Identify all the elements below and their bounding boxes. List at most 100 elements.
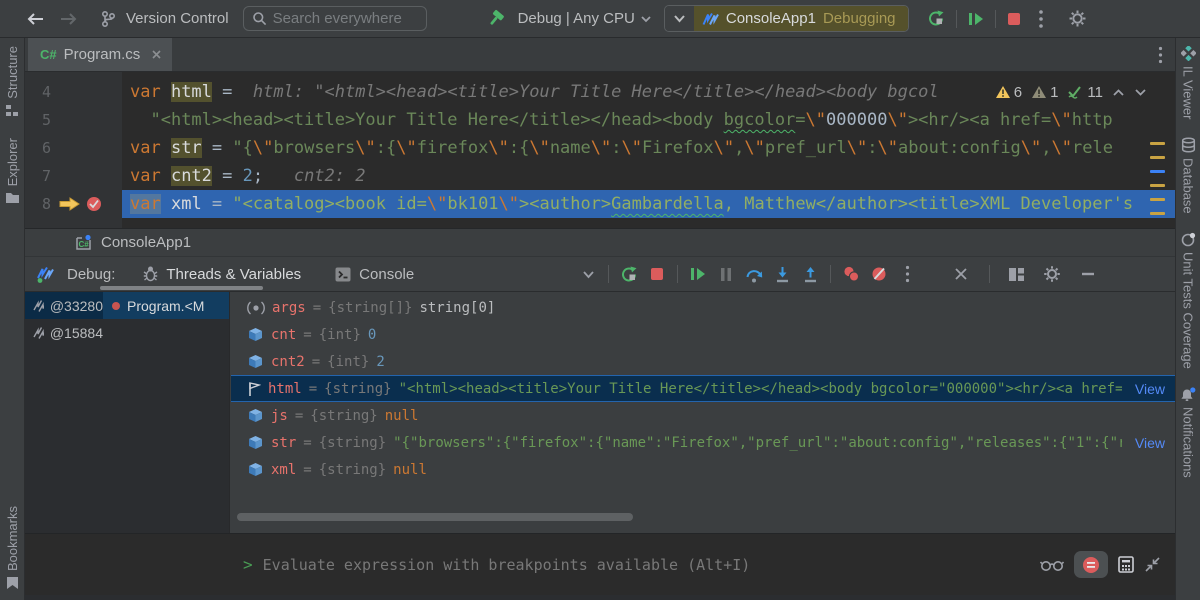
view-link[interactable]: View xyxy=(1135,381,1165,397)
resume-button[interactable] xyxy=(963,6,989,32)
step-out-button[interactable] xyxy=(796,260,824,288)
more-actions-kebab-icon[interactable] xyxy=(1034,6,1048,32)
code-line-6: 6 var str = "{\"browsers\":{\"firefox\":… xyxy=(25,134,1175,162)
coverage-icon xyxy=(1181,232,1196,247)
back-icon[interactable] xyxy=(22,6,48,32)
toolwindow-explorer[interactable]: Explorer xyxy=(5,138,20,204)
debug-panel-title[interactable]: ConsoleApp1 xyxy=(101,234,191,251)
database-icon xyxy=(1181,137,1196,153)
evaluate-calculator-icon[interactable] xyxy=(1118,556,1134,573)
tab-program-cs[interactable]: C# Program.cs xyxy=(28,38,172,71)
view-link[interactable]: View xyxy=(1135,435,1165,451)
line-number[interactable]: 8 xyxy=(25,190,51,218)
debug-stop-button[interactable] xyxy=(643,260,671,288)
stack-frame[interactable]: Program.<M xyxy=(103,292,229,319)
horizontal-scrollbar[interactable] xyxy=(237,513,633,521)
debug-panel-header: C# ConsoleApp1 xyxy=(25,228,1175,256)
thread-row[interactable]: @33280 Program.<M xyxy=(25,292,229,319)
variable-row-str[interactable]: str= {string} "{"browsers":{"firefox":{"… xyxy=(231,429,1175,456)
build-hammer-icon[interactable] xyxy=(483,6,510,32)
dotnet-icon xyxy=(702,12,719,26)
stop-button[interactable] xyxy=(1002,6,1026,32)
console-project-icon: C# xyxy=(75,234,93,251)
mute-breakpoints-button[interactable] xyxy=(865,260,893,288)
line-number[interactable]: 4 xyxy=(25,78,51,106)
line-number[interactable]: 5 xyxy=(25,106,51,134)
debug-settings-gear-icon[interactable] xyxy=(1038,260,1066,288)
layout-settings-icon[interactable] xyxy=(1002,260,1030,288)
il-viewer-icon xyxy=(1181,46,1196,61)
tab-console[interactable]: Console xyxy=(325,257,424,291)
variable-row-cnt[interactable]: cnt= {int} 0 xyxy=(231,321,1175,348)
editor-error-stripe[interactable] xyxy=(1150,72,1166,228)
debug-session-widget[interactable]: ConsoleApp1 Debugging xyxy=(664,5,909,32)
toolwindow-database[interactable]: Database xyxy=(1181,137,1196,214)
thread-icon xyxy=(33,326,44,339)
hide-panel-icon[interactable] xyxy=(1074,260,1102,288)
debug-resume-button[interactable] xyxy=(684,260,712,288)
inspections-widget[interactable]: 6 1 11 xyxy=(985,80,1147,104)
warning-count[interactable]: 6 xyxy=(995,84,1022,101)
close-tab-icon[interactable] xyxy=(151,49,162,60)
code-text: var xml = "<catalog><book id=\"bk101\"><… xyxy=(122,190,1175,218)
typo-count[interactable]: 11 xyxy=(1067,84,1103,101)
view-breakpoints-button[interactable] xyxy=(837,260,865,288)
thread-row[interactable]: @15884 xyxy=(25,319,229,346)
toolwindow-bookmarks[interactable]: Bookmarks xyxy=(5,506,20,590)
notification-bell-icon xyxy=(1180,387,1196,402)
toolwindow-unit-tests-coverage[interactable]: Unit Tests Coverage xyxy=(1181,232,1196,369)
line-number[interactable]: 7 xyxy=(25,162,51,190)
variable-row-cnt2[interactable]: cnt2= {int} 2 xyxy=(231,348,1175,375)
terminal-icon xyxy=(335,267,351,282)
session-status: Debugging xyxy=(823,10,896,27)
variables-tree[interactable]: args= {string[]} string[0] cnt= {int} 0 xyxy=(231,292,1175,533)
variable-row-html-selected[interactable]: html= {string} "<html><head><title>Your … xyxy=(231,375,1175,402)
evaluate-expression-bar[interactable]: > Evaluate expression with breakpoints a… xyxy=(25,533,1175,595)
debug-tabs-chevron-icon[interactable] xyxy=(574,260,602,288)
structure-icon xyxy=(5,104,19,118)
version-control-label[interactable]: Version Control xyxy=(126,10,229,27)
breakpoint-verified-icon[interactable] xyxy=(85,195,103,213)
search-everywhere-box[interactable]: Search everywhere xyxy=(243,6,427,31)
toolwindow-il-viewer[interactable]: IL Viewer xyxy=(1181,46,1196,119)
variable-row-js[interactable]: js= {string} null xyxy=(231,402,1175,429)
debug-session-highlight: ConsoleApp1 Debugging xyxy=(694,6,908,31)
line-number[interactable]: 6 xyxy=(25,134,51,162)
settings-gear-icon[interactable] xyxy=(1064,6,1091,32)
toolwindow-notifications[interactable]: Notifications xyxy=(1180,387,1196,478)
collapse-icon[interactable] xyxy=(1144,556,1161,573)
code-line-8-execution-point: 8 var xml = "<catalog><book id=\"bk101\"… xyxy=(25,190,1175,218)
watches-glasses-icon[interactable] xyxy=(1040,558,1064,572)
chevron-down-icon[interactable] xyxy=(640,15,652,23)
tab-scrollbar[interactable] xyxy=(100,286,263,290)
variable-row-args[interactable]: args= {string[]} string[0] xyxy=(231,294,1175,321)
debug-more-kebab-icon[interactable] xyxy=(893,260,921,288)
toolwindow-structure[interactable]: Structure xyxy=(5,46,20,118)
session-chevron-down-icon[interactable] xyxy=(665,6,694,31)
field-cube-icon xyxy=(247,353,264,370)
editor-tab-bar: C# Program.cs xyxy=(25,38,1175,72)
prev-problem-chevron-icon[interactable] xyxy=(1112,88,1125,97)
typos-icon xyxy=(1067,85,1084,99)
forward-icon[interactable] xyxy=(56,6,82,32)
pause-button[interactable] xyxy=(712,260,740,288)
threads-list[interactable]: @33280 Program.<M @15884 xyxy=(25,292,230,533)
step-over-button[interactable] xyxy=(740,260,768,288)
weak-warning-count[interactable]: 1 xyxy=(1031,84,1058,101)
toolbar-separator xyxy=(956,10,957,28)
editor-options-kebab-icon[interactable] xyxy=(1158,46,1163,64)
step-into-button[interactable] xyxy=(768,260,796,288)
breakpoints-active-toggle-button[interactable] xyxy=(1074,551,1108,578)
code-editor[interactable]: 4 var html = html: "<html><head><title>Y… xyxy=(25,72,1175,228)
next-problem-chevron-icon[interactable] xyxy=(1134,88,1147,97)
code-text: var str = "{\"browsers\":{\"firefox\":{\… xyxy=(122,134,1175,162)
run-configuration-label[interactable]: Debug | Any CPU xyxy=(518,10,635,27)
close-debug-session-icon[interactable] xyxy=(947,260,975,288)
main-toolbar: Version Control Search everywhere Debug … xyxy=(0,0,1200,38)
evaluate-placeholder: Evaluate expression with breakpoints ava… xyxy=(263,556,1030,574)
debug-rerun-button[interactable] xyxy=(615,260,643,288)
variable-row-xml[interactable]: xml= {string} null xyxy=(231,456,1175,483)
code-text: "<html><head><title>Your Title Here</tit… xyxy=(122,106,1175,134)
git-branch-icon[interactable] xyxy=(96,6,120,32)
rerun-button[interactable] xyxy=(923,6,950,32)
